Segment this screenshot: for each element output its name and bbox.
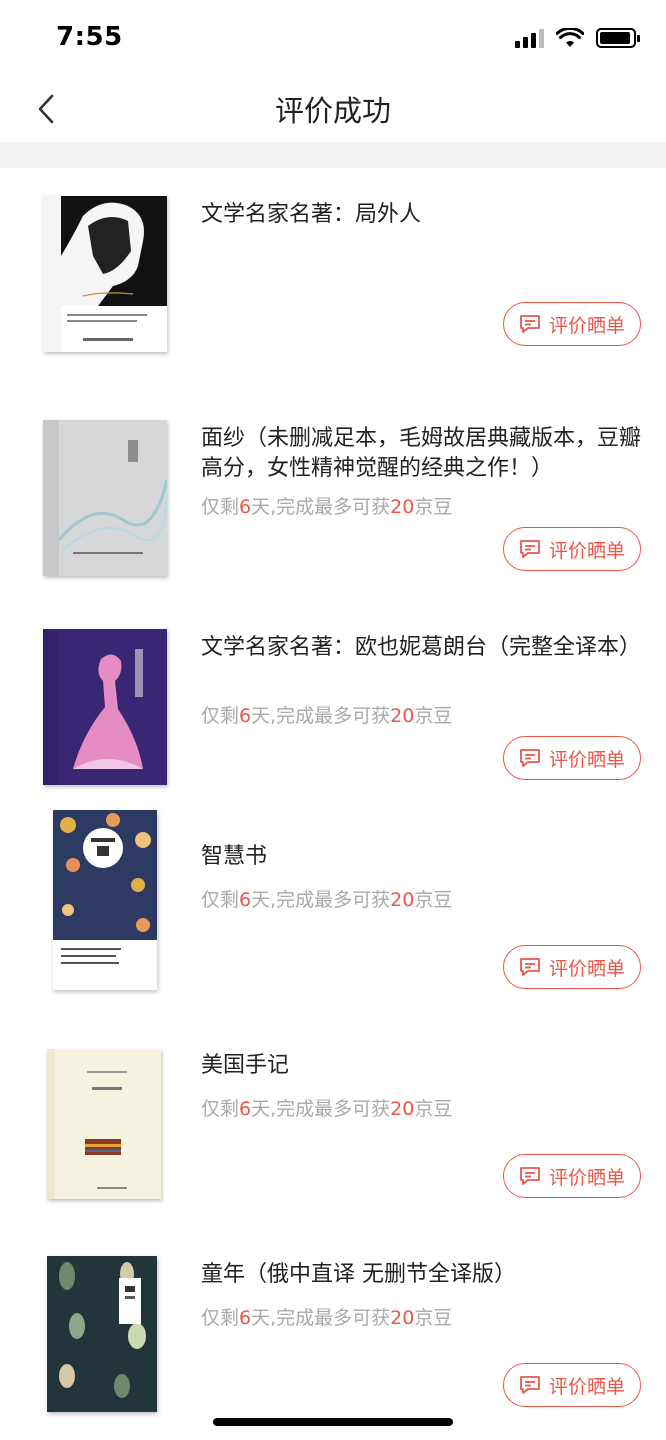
review-button[interactable]: 评价晒单 (503, 527, 641, 571)
section-divider (0, 142, 666, 168)
item-title[interactable]: 文学名家名著：欧也妮葛朗台（完整全译本） (201, 633, 641, 663)
reward-text: 仅剩6天,完成最多可获20京豆 (201, 1307, 453, 1329)
item-title[interactable]: 美国手记 (201, 1051, 641, 1081)
chat-bubble-icon (520, 1167, 540, 1185)
chat-bubble-icon (520, 749, 540, 767)
book-cover-childhood[interactable] (47, 1256, 157, 1412)
item-title[interactable]: 童年（俄中直译 无删节全译版） (201, 1260, 641, 1290)
review-button-label: 评价晒单 (548, 748, 625, 771)
wifi-icon (556, 28, 584, 47)
book-cover-american-notes[interactable] (47, 1049, 161, 1199)
review-button[interactable]: 评价晒单 (503, 736, 641, 780)
review-button[interactable]: 评价晒单 (503, 302, 641, 346)
chat-bubble-icon (520, 540, 540, 558)
item-title[interactable]: 面纱（未删减足本，毛姆故居典藏版本，豆瓣高分，女性精神觉醒的经典之作！） (201, 424, 641, 484)
reward-text: 仅剩6天,完成最多可获20京豆 (201, 705, 453, 727)
status-icons (515, 28, 640, 48)
chat-bubble-icon (520, 958, 540, 976)
review-button-label: 评价晒单 (548, 1375, 625, 1398)
book-cover-grandet[interactable] (43, 629, 167, 785)
item-title[interactable]: 文学名家名著：局外人 (201, 200, 641, 230)
review-button-label: 评价晒单 (548, 539, 625, 562)
chat-bubble-icon (520, 315, 540, 333)
review-button-label: 评价晒单 (548, 1166, 625, 1189)
review-button[interactable]: 评价晒单 (503, 1154, 641, 1198)
review-button[interactable]: 评价晒单 (503, 945, 641, 989)
list-item: 美国手记 仅剩6天,完成最多可获20京豆 评价晒单 (0, 1019, 666, 1228)
review-button[interactable]: 评价晒单 (503, 1363, 641, 1407)
list-item: 文学名家名著：欧也妮葛朗台（完整全译本） 仅剩6天,完成最多可获20京豆 评价晒… (0, 601, 666, 810)
battery-icon (596, 28, 640, 48)
list-item: 童年（俄中直译 无删节全译版） 仅剩6天,完成最多可获20京豆 评价晒单 (0, 1228, 666, 1437)
home-indicator[interactable] (213, 1418, 453, 1426)
cellular-signal-icon (515, 28, 544, 48)
list-item: 智慧书 仅剩6天,完成最多可获20京豆 评价晒单 (0, 810, 666, 1019)
page-title: 评价成功 (274, 94, 391, 128)
book-cover-lettranger[interactable] (43, 196, 167, 352)
chat-bubble-icon (520, 1376, 540, 1394)
review-button-label: 评价晒单 (548, 314, 625, 337)
list-item: 文学名家名著：局外人 评价晒单 (0, 168, 666, 377)
item-title[interactable]: 智慧书 (201, 842, 641, 872)
nav-bar: 评价成功 (0, 80, 666, 142)
reward-text: 仅剩6天,完成最多可获20京豆 (201, 889, 453, 911)
review-button-label: 评价晒单 (548, 957, 625, 980)
status-bar: 7:55 (0, 0, 666, 80)
reward-text: 仅剩6天,完成最多可获20京豆 (201, 1098, 453, 1120)
reward-text: 仅剩6天,完成最多可获20京豆 (201, 496, 453, 518)
book-cover-veil[interactable] (43, 420, 167, 576)
list-item: 面纱（未删减足本，毛姆故居典藏版本，豆瓣高分，女性精神觉醒的经典之作！） 仅剩6… (0, 392, 666, 601)
book-cover-wisdom[interactable] (53, 810, 157, 990)
status-time: 7:55 (56, 22, 123, 52)
